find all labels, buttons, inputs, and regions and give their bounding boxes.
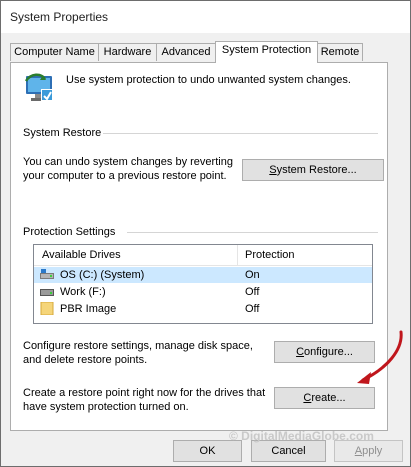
tab-advanced[interactable]: Advanced [156,43,216,61]
drive-name: Work (F:) [60,286,106,298]
ok-button[interactable]: OK [173,440,242,462]
watermark: © DigitalMediaGlobe.com [229,429,374,443]
system-restore-heading: System Restore [23,127,102,139]
drive-row-work[interactable]: Work (F:) Off [34,284,372,300]
drives-list-header: Available Drives Protection [34,245,372,266]
drive-icon [40,287,54,297]
drive-row-os[interactable]: OS (C:) (System) On [34,267,372,283]
title-bar[interactable]: System Properties [1,1,410,33]
protection-description: Use system protection to undo unwanted s… [66,74,351,86]
system-protection-icon [23,71,57,105]
apply-button[interactable]: Apply [334,440,403,462]
window-title: System Properties [10,10,109,24]
configure-text-line1: Configure restore settings, manage disk … [23,340,253,352]
system-restore-divider [103,133,378,134]
create-button[interactable]: Create... [274,387,375,409]
annotation-arrow-icon [351,328,409,388]
system-drive-icon [40,269,54,281]
system-properties-window: System Properties Computer Name Hardware… [0,0,411,467]
drive-name: PBR Image [60,303,117,315]
drive-protection: On [245,269,260,281]
configure-text-line2: and delete restore points. [23,354,148,366]
restore-text-line1: You can undo system changes by reverting [23,156,233,168]
create-text-line1: Create a restore point right now for the… [23,387,266,399]
drives-list[interactable]: Available Drives Protection OS (C:) (Sys… [33,244,373,324]
tab-remote[interactable]: Remote [317,43,363,61]
tab-system-protection[interactable]: System Protection [215,41,318,63]
folder-icon [40,301,54,316]
protection-settings-heading: Protection Settings [23,226,116,238]
column-header-drives[interactable]: Available Drives [42,249,121,261]
drive-row-pbr[interactable]: PBR Image Off [34,301,372,317]
tab-computer-name[interactable]: Computer Name [10,43,99,61]
tab-panel: Use system protection to undo unwanted s… [10,62,388,431]
protection-settings-divider [127,232,378,233]
drive-protection: Off [245,286,260,298]
drive-name: OS (C:) (System) [60,269,145,281]
tab-hardware[interactable]: Hardware [98,43,157,61]
restore-text-line2: your computer to a previous restore poin… [23,170,227,182]
cancel-button[interactable]: Cancel [251,440,326,462]
column-header-protection[interactable]: Protection [245,249,295,261]
drive-protection: Off [245,303,260,315]
system-restore-button[interactable]: System Restore... [242,159,384,181]
create-text-line2: have system protection turned on. [23,401,189,413]
